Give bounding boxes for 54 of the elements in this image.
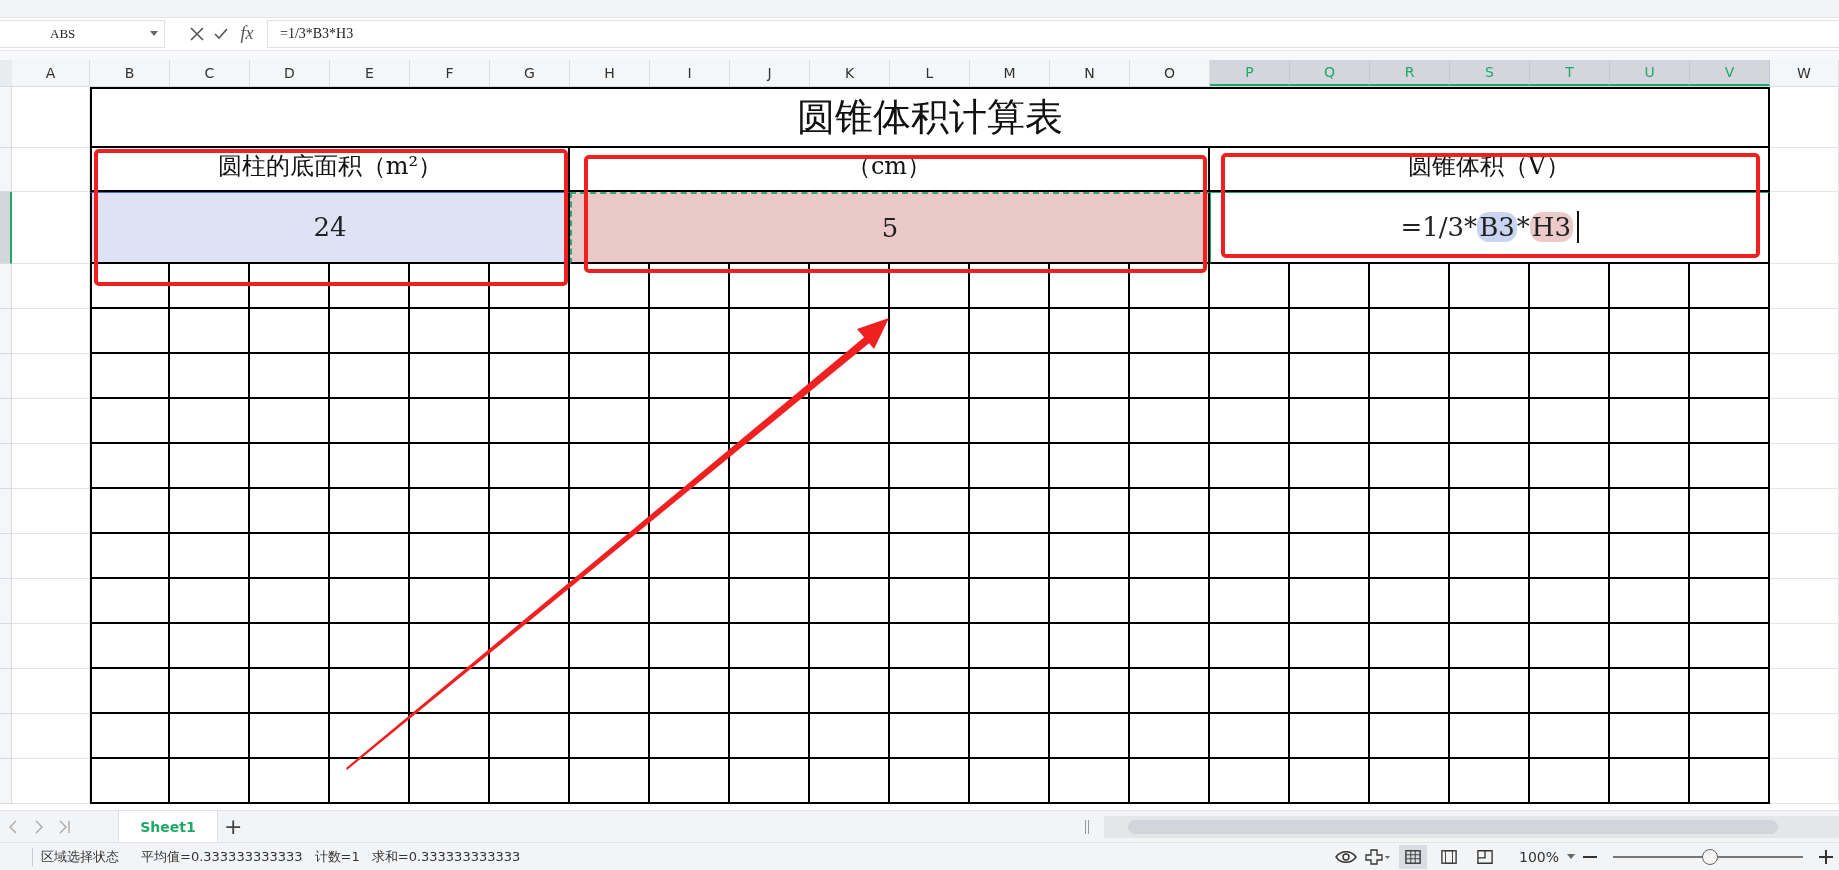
- column-header[interactable]: K: [810, 59, 890, 86]
- page-layout-icon: [1440, 848, 1457, 865]
- column-header[interactable]: F: [410, 59, 490, 86]
- add-sheet-button[interactable]: +: [218, 813, 248, 841]
- table-cell: [1770, 147, 1839, 192]
- table-cell[interactable]: 24: [90, 191, 570, 264]
- dropdown-caret-icon: [150, 31, 158, 37]
- formula-field[interactable]: =1/3*B3*H3: [267, 19, 1839, 48]
- column-header[interactable]: J: [730, 59, 810, 86]
- insert-function-button[interactable]: fx: [233, 23, 261, 45]
- table-cell: [1770, 623, 1839, 669]
- status-mode: 区域选择状态: [32, 847, 119, 866]
- column-header[interactable]: H: [570, 59, 650, 86]
- table-cell: [1770, 668, 1839, 714]
- table-cell: [1770, 443, 1839, 489]
- table-cell: [1770, 578, 1839, 624]
- column-header[interactable]: D: [250, 59, 330, 86]
- column-header[interactable]: M: [970, 59, 1050, 86]
- page-break-icon: [1476, 848, 1493, 865]
- status-stat: 计数=1: [314, 847, 360, 866]
- table-cell: [1770, 263, 1839, 309]
- column-header[interactable]: E: [330, 59, 410, 86]
- column-header[interactable]: W: [1770, 59, 1839, 86]
- eye-icon[interactable]: [1334, 849, 1357, 864]
- row-header[interactable]: [0, 191, 12, 264]
- grid-view-icon: [1404, 848, 1421, 865]
- column-header[interactable]: A: [12, 59, 90, 86]
- table-cell: [1770, 308, 1839, 354]
- dropdown-caret-icon[interactable]: [1567, 854, 1575, 860]
- name-box[interactable]: ABS: [0, 19, 165, 48]
- slider-thumb[interactable]: [1701, 848, 1718, 865]
- column-header[interactable]: B: [90, 59, 170, 86]
- formula-cell[interactable]: =1/3*B3*H3: [1210, 191, 1770, 264]
- zoom-level[interactable]: 100%: [1518, 848, 1559, 865]
- view-button[interactable]: [1398, 844, 1427, 869]
- column-header[interactable]: C: [170, 59, 250, 86]
- sheet-title: 圆锥体积计算表: [90, 86, 1770, 148]
- zoom-in-icon[interactable]: [1819, 849, 1833, 864]
- table-cell: [1770, 713, 1839, 759]
- table-cell: [1770, 488, 1839, 534]
- cross-layout-icon[interactable]: [1364, 848, 1391, 865]
- status-stat: 平均值=0.333333333333: [141, 847, 303, 866]
- status-stat: 求和=0.333333333333: [371, 847, 521, 866]
- table-cell: [1770, 353, 1839, 399]
- table-cell: [1770, 398, 1839, 444]
- column-header[interactable]: I: [650, 59, 730, 86]
- column-header[interactable]: G: [490, 59, 570, 86]
- column-header[interactable]: L: [890, 59, 970, 86]
- table-cell: [1770, 533, 1839, 579]
- select-all-corner[interactable]: [0, 59, 12, 86]
- column-header[interactable]: N: [1050, 59, 1130, 86]
- table-cell[interactable]: 5: [570, 191, 1210, 264]
- table-cell: [1770, 758, 1839, 804]
- horizontal-scrollbar[interactable]: [1104, 815, 1839, 838]
